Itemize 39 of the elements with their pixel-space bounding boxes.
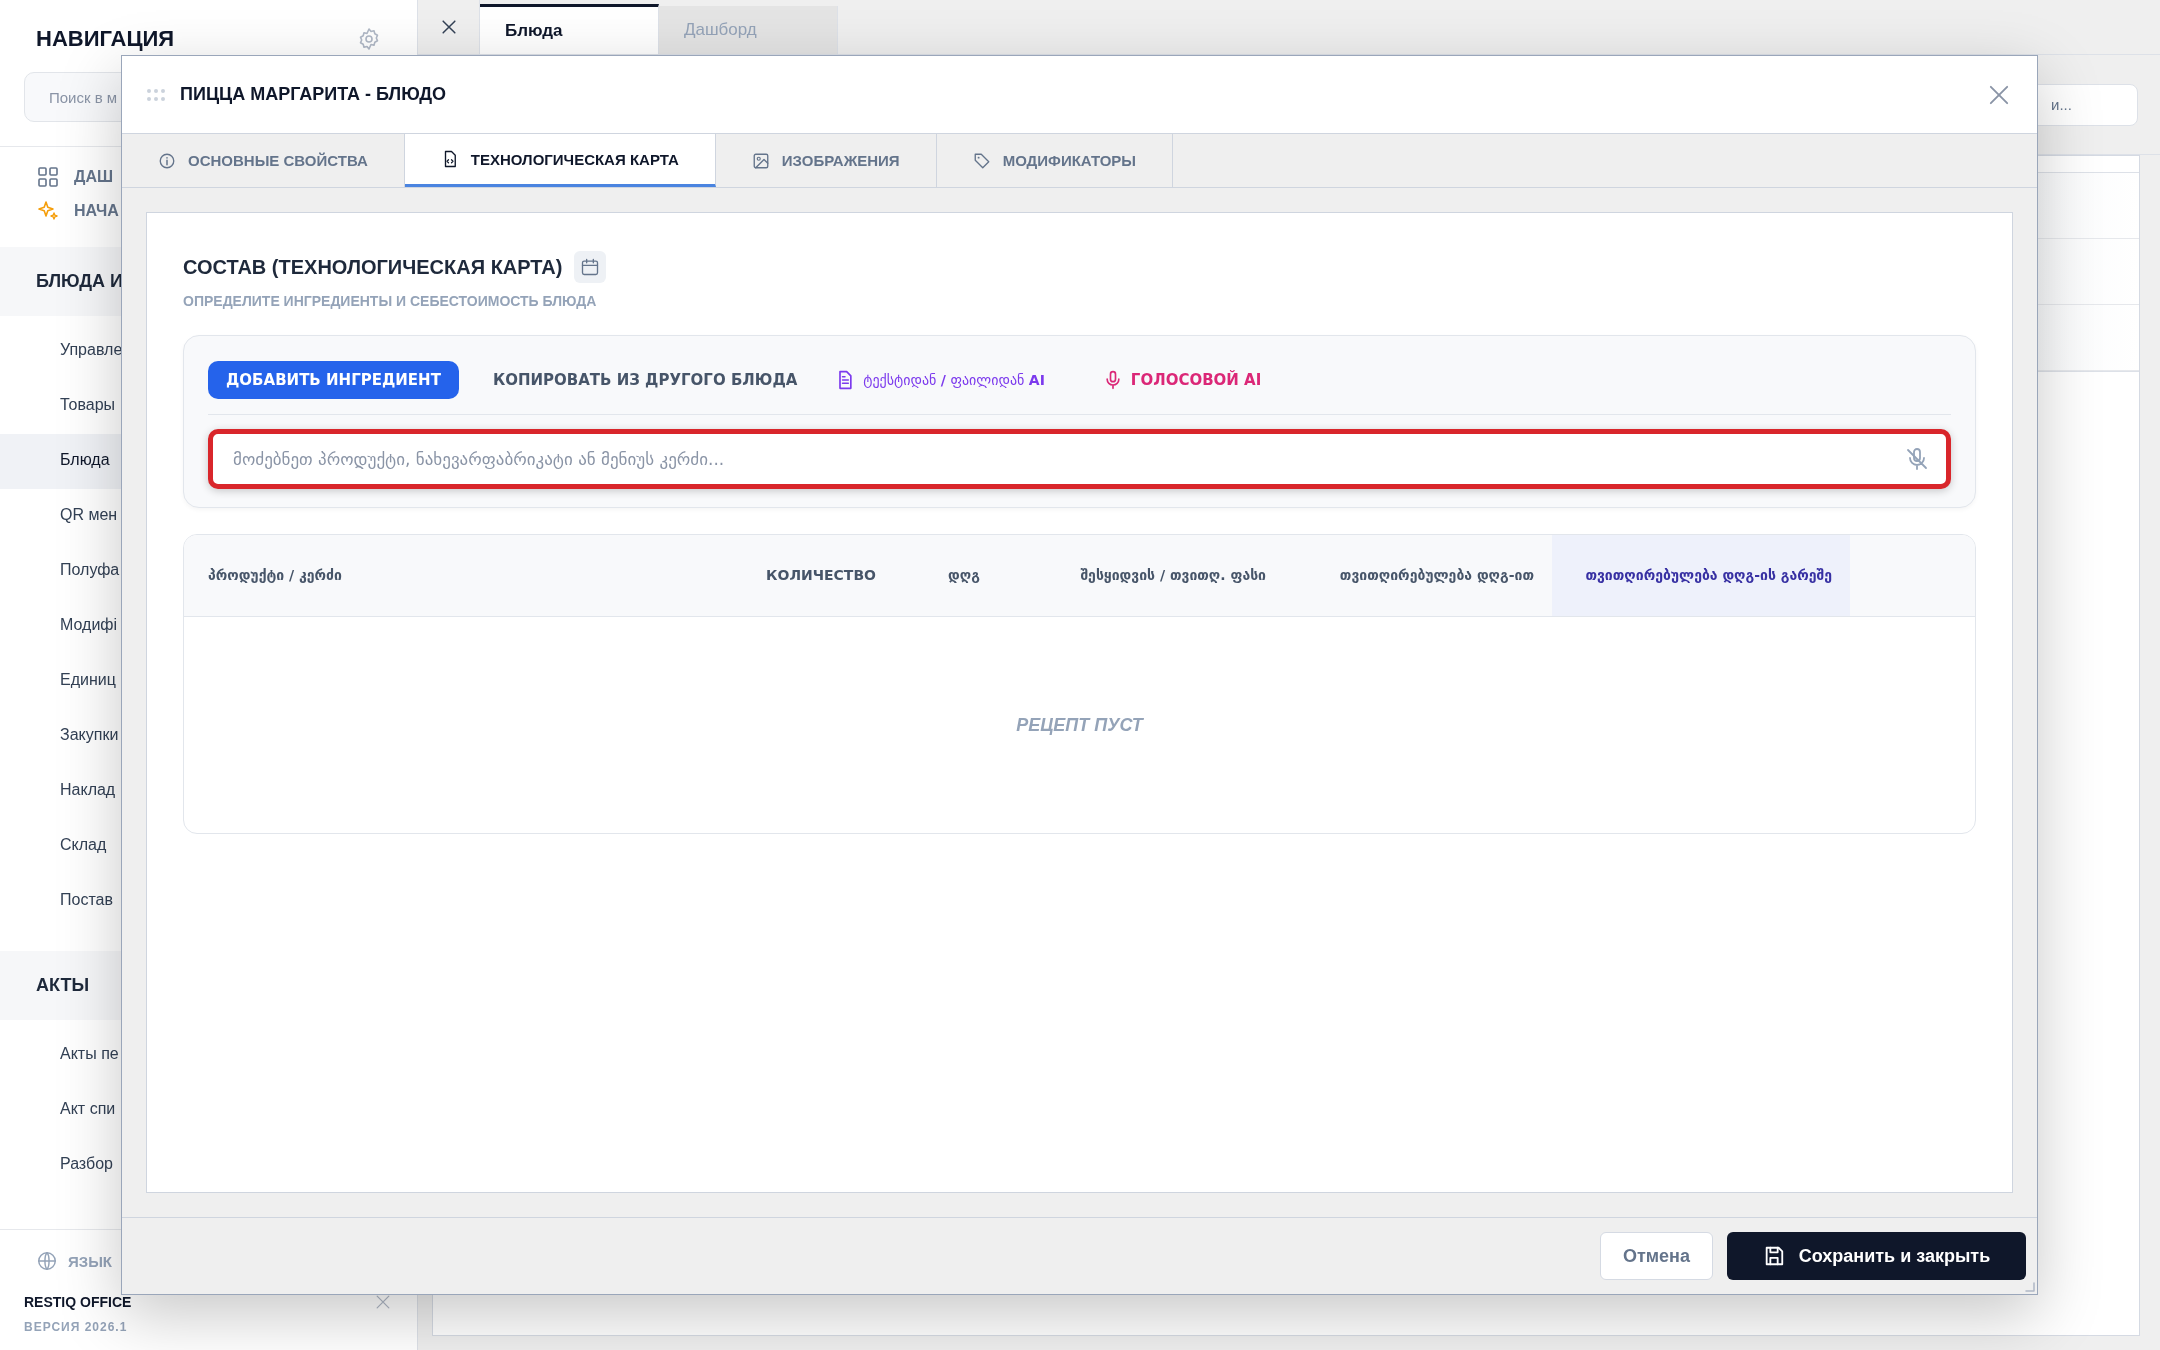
- column-header: თვითღირებულება დღგ-ის გარეშე: [1552, 535, 1850, 616]
- grid-icon: [36, 165, 60, 189]
- tag-icon: [972, 151, 991, 170]
- calendar-button[interactable]: [574, 251, 607, 283]
- column-header: КОЛИЧЕСТВО: [765, 566, 877, 585]
- calendar-icon: [580, 257, 601, 277]
- brand-name: RESTIQ OFFICE: [24, 1294, 132, 1310]
- search-field[interactable]: მოძებნეთ პროდუქტი, ნახევარფაბრიკატი ან მენიუს კერძი...: [208, 429, 1951, 489]
- nav-link[interactable]: НАЧА: [74, 202, 119, 220]
- microphone-off-icon[interactable]: [1905, 447, 1929, 471]
- drag-handle-icon[interactable]: [146, 87, 166, 102]
- version-label: ВЕРСИЯ 2026.1: [24, 1320, 129, 1334]
- column-header: დღგ: [947, 566, 981, 585]
- cancel-button[interactable]: Отмена: [1599, 1232, 1713, 1280]
- nav-link[interactable]: ДАШ: [74, 168, 114, 186]
- empty-message: РЕЦЕПТ ПУСТ: [1016, 714, 1143, 736]
- tab[interactable]: ТЕХНОЛОГИЧЕСКАЯ КАРТА: [404, 134, 716, 187]
- text-ai-button[interactable]: ტექსტიდან / ფაილიდან AI: [831, 360, 1049, 400]
- tab[interactable]: МОДИФИКАТОРЫ: [936, 134, 1174, 187]
- dialog-title: ПИЦЦА МАРГАРИТА - БЛЮДО: [180, 84, 448, 105]
- tab[interactable]: ИЗОБРАЖЕНИЯ: [715, 134, 937, 187]
- tab[interactable]: Блюда: [480, 4, 659, 54]
- resize-handle-icon[interactable]: [2025, 1282, 2035, 1292]
- language-label[interactable]: ЯЗЫК: [68, 1252, 113, 1270]
- settings-icon[interactable]: [357, 27, 381, 51]
- tab[interactable]: ОСНОВНЫЕ СВОЙСТВА: [122, 134, 405, 187]
- column-header: პროდუქტი / კერძი: [207, 566, 343, 585]
- section-title: СОСТАВ (ТЕХНОЛОГИЧЕСКАЯ КАРТА): [183, 255, 563, 279]
- save-button[interactable]: Сохранить и закрыть: [1727, 1232, 2026, 1280]
- voice-ai-button[interactable]: ГОЛОСОВОЙ AI: [1098, 360, 1266, 400]
- sidebar-title: НАВИГАЦИЯ: [36, 26, 175, 52]
- info-icon: [158, 151, 176, 170]
- column-header: თვითღირებულება დღგ-ით: [1338, 566, 1535, 585]
- copy-button[interactable]: КОПИРОВАТЬ ИЗ ДРУГОГО БЛЮДА: [488, 361, 802, 399]
- column-header: შესყიდვის / თვითღ. ფასი: [1079, 566, 1267, 585]
- section-subtitle: ОПРЕДЕЛИТЕ ИНГРЕДИЕНТЫ И СЕБЕСТОИМОСТЬ БЛЮДА: [183, 293, 598, 309]
- globe-icon: [36, 1250, 58, 1272]
- add-ingredient-button[interactable]: ДОБАВИТЬ ИНГРЕДИЕНТ: [208, 361, 459, 399]
- image-icon: [751, 151, 770, 170]
